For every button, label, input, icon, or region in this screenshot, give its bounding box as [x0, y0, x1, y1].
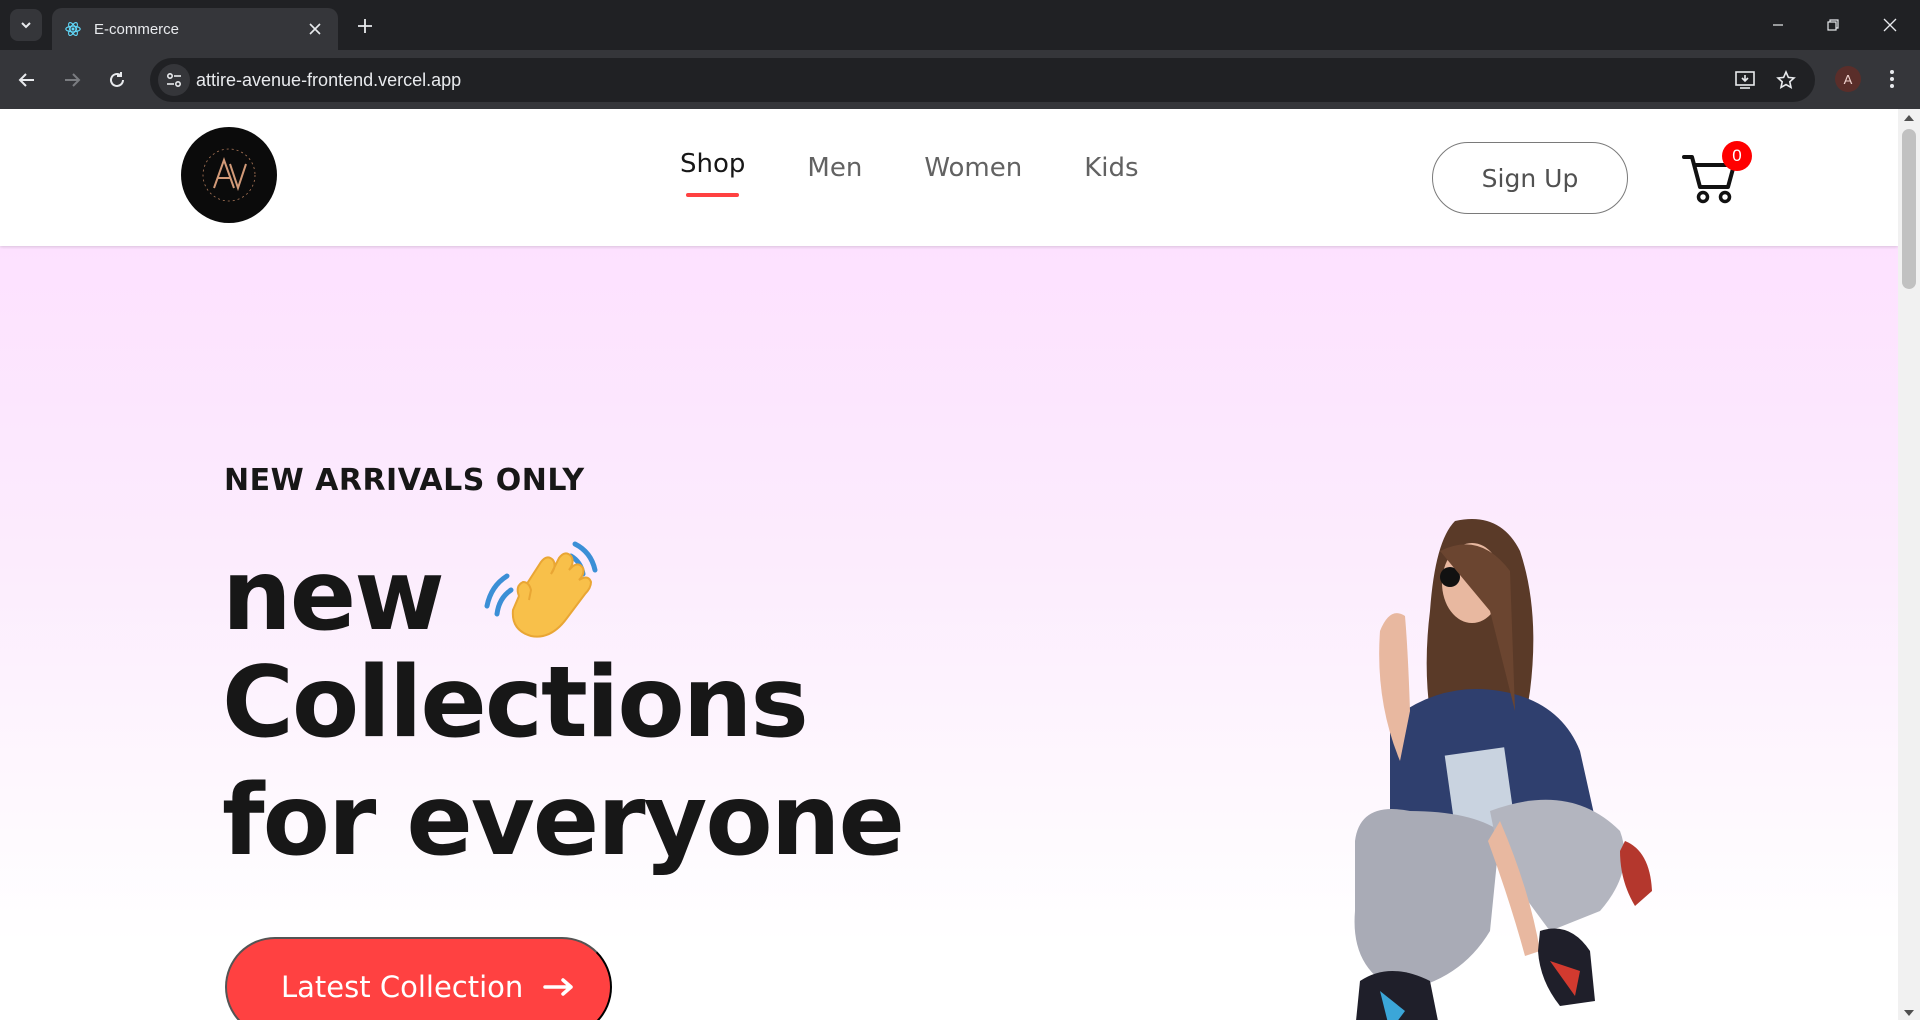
browser-toolbar: attire-avenue-frontend.vercel.app	[0, 50, 1920, 109]
hero-heading-line-2: Collections	[222, 646, 809, 760]
scroll-down-icon[interactable]	[1904, 1010, 1914, 1016]
nav-item-men[interactable]: Men	[807, 153, 862, 183]
nav-item-label: Women	[924, 153, 1023, 183]
arrow-left-icon	[18, 73, 34, 87]
nav-item-shop[interactable]: Shop	[680, 149, 746, 197]
hero-heading-line-1: new	[222, 536, 609, 656]
plus-icon	[358, 19, 372, 33]
nav-item-label: Shop	[680, 149, 746, 179]
tab-search-button[interactable]	[10, 9, 42, 41]
nav-item-women[interactable]: Women	[924, 153, 1022, 183]
nav-item-kids[interactable]: Kids	[1084, 153, 1138, 183]
reload-button[interactable]	[100, 63, 134, 97]
minimize-icon	[1773, 24, 1783, 26]
arrow-right-icon	[65, 73, 81, 87]
restore-button[interactable]	[1815, 10, 1851, 40]
bookmark-button[interactable]	[1774, 68, 1798, 92]
hero-heading-line-3: for everyone	[222, 764, 905, 878]
tab-close-icon[interactable]	[304, 18, 326, 40]
tune-icon	[166, 72, 182, 88]
react-favicon-icon	[65, 22, 81, 36]
close-icon	[1883, 18, 1897, 32]
page-viewport: Shop Men Women Kids Sign Up 0 NEW ARRIVA…	[0, 109, 1898, 1020]
star-icon	[1776, 70, 1796, 89]
latest-collection-label: Latest Collection	[281, 970, 524, 1004]
new-tab-button[interactable]	[352, 13, 378, 39]
address-bar[interactable]: attire-avenue-frontend.vercel.app	[150, 58, 1815, 102]
cart-count-badge: 0	[1722, 141, 1752, 171]
close-window-button[interactable]	[1872, 10, 1908, 40]
tab-title: E-commerce	[94, 20, 180, 38]
site-logo[interactable]	[181, 127, 277, 223]
install-icon	[1735, 71, 1755, 89]
minimize-button[interactable]	[1760, 10, 1796, 40]
reload-icon	[110, 72, 124, 87]
hero-tagline: NEW ARRIVALS ONLY	[224, 463, 585, 498]
hero-section: NEW ARRIVALS ONLY new Collections for ev…	[0, 246, 1898, 1020]
chevron-down-icon	[21, 22, 31, 29]
arrow-right-icon	[543, 978, 574, 996]
browser-tab-bar: E-commerce	[0, 0, 1920, 50]
signup-button[interactable]: Sign Up	[1432, 142, 1628, 214]
active-underline	[686, 193, 740, 197]
scroll-up-icon[interactable]	[1904, 115, 1914, 121]
url-text: attire-avenue-frontend.vercel.app	[196, 70, 462, 90]
hero-model-image	[1354, 519, 1652, 1020]
restore-icon	[1827, 19, 1839, 31]
nav-item-label: Men	[807, 153, 863, 183]
more-vertical-icon	[1890, 70, 1894, 88]
waving-hand-icon	[484, 541, 598, 638]
site-navbar: Shop Men Women Kids Sign Up 0	[0, 109, 1898, 246]
main-nav: Shop Men Women Kids	[680, 149, 1139, 197]
profile-avatar[interactable]: A	[1835, 66, 1861, 92]
forward-button[interactable]	[55, 63, 89, 97]
nav-item-label: Kids	[1084, 153, 1139, 183]
browser-menu-button[interactable]	[1880, 64, 1904, 94]
hero-heading-word: new	[222, 539, 445, 653]
browser-tab[interactable]: E-commerce	[52, 8, 338, 50]
install-app-button[interactable]	[1733, 68, 1757, 92]
latest-collection-button[interactable]: Latest Collection	[225, 937, 612, 1020]
site-info-button[interactable]	[158, 64, 190, 96]
av-logo-icon	[202, 148, 256, 202]
scrollbar-thumb[interactable]	[1902, 129, 1916, 289]
page-scrollbar[interactable]	[1898, 109, 1920, 1020]
back-button[interactable]	[10, 63, 44, 97]
